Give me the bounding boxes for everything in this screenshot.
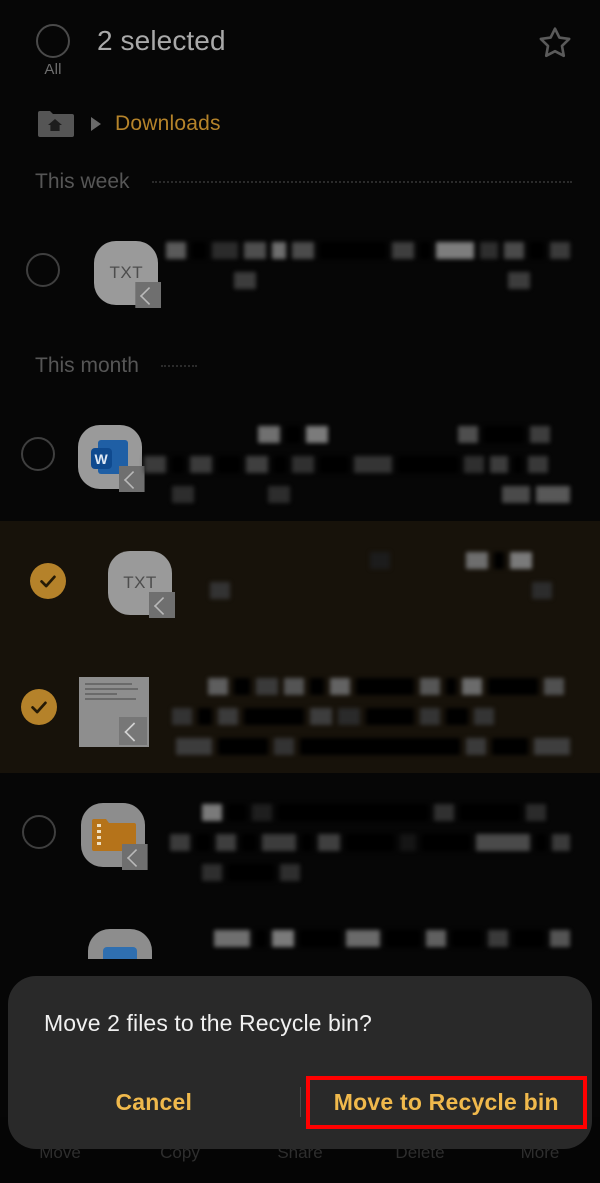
star-icon[interactable] <box>534 22 576 64</box>
row-file-icon: W <box>75 423 145 492</box>
table-row[interactable]: TXT <box>0 521 600 647</box>
row-file-icon <box>77 801 148 870</box>
row-checkbox[interactable] <box>0 239 87 287</box>
section-label: This week <box>35 170 130 193</box>
file-corner-fold-icon <box>119 717 148 745</box>
section-header-this-week: This week <box>0 153 600 211</box>
breadcrumb-current[interactable]: Downloads <box>115 112 221 136</box>
word-file-icon: W <box>77 425 145 492</box>
txt-file-icon-label: TXT <box>123 573 157 592</box>
checkbox-checked-icon[interactable] <box>21 689 58 725</box>
dialog-actions: Cancel Move to Recycle bin <box>8 1071 592 1133</box>
row-checkbox[interactable] <box>0 675 78 725</box>
highlight-annotation: Move to Recycle bin <box>305 1075 587 1129</box>
checkbox-unchecked-icon[interactable] <box>21 815 56 849</box>
file-corner-fold-icon <box>121 844 148 870</box>
section-header-this-month: This month <box>0 337 600 395</box>
txt-file-icon: TXT <box>94 241 162 308</box>
select-all-label: All <box>44 61 62 78</box>
page-title: 2 selected <box>97 25 226 56</box>
row-file-icon <box>82 927 158 959</box>
file-icon <box>88 929 153 959</box>
row-checkbox[interactable] <box>0 927 82 959</box>
row-checkbox[interactable] <box>0 801 77 849</box>
file-manager-screen: All 2 selected Downloads This week TXT T… <box>0 0 600 1183</box>
table-row[interactable] <box>0 899 600 959</box>
checkbox-checked-icon[interactable] <box>30 563 66 599</box>
document-thumbnail-icon <box>79 677 150 747</box>
row-checkbox[interactable] <box>0 549 96 599</box>
section-divider <box>151 181 572 183</box>
checkbox-unchecked-icon[interactable] <box>26 253 61 287</box>
move-to-recycle-bin-button[interactable]: Move to Recycle bin <box>334 1089 559 1115</box>
file-corner-fold-icon <box>118 466 145 492</box>
select-all-checkbox[interactable]: All <box>33 24 73 78</box>
row-filename-redacted <box>148 801 600 891</box>
checkbox-unchecked-icon[interactable] <box>20 437 55 471</box>
txt-file-icon-label: TXT <box>109 263 144 282</box>
row-filename-redacted <box>184 549 600 609</box>
breadcrumb: Downloads <box>0 95 600 153</box>
confirm-dialog: Move 2 files to the Recycle bin? Cancel … <box>8 976 592 1149</box>
selection-header: All 2 selected <box>0 0 600 95</box>
txt-file-icon: TXT <box>108 551 175 618</box>
table-row[interactable]: W <box>0 395 600 521</box>
row-filename-redacted <box>158 927 600 957</box>
file-corner-fold-icon <box>149 592 175 618</box>
select-all-circle-icon[interactable] <box>36 24 70 58</box>
row-file-icon: TXT <box>87 239 166 308</box>
table-row[interactable] <box>0 773 600 899</box>
section-divider <box>160 365 197 367</box>
word-file-icon-label: W <box>90 448 112 469</box>
dialog-message: Move 2 files to the Recycle bin? <box>44 1010 372 1036</box>
section-label: This month <box>35 354 139 377</box>
cancel-button[interactable]: Cancel <box>8 1089 300 1116</box>
triangle-right-icon <box>91 117 101 131</box>
row-filename-redacted <box>166 239 600 299</box>
file-corner-fold-icon <box>135 282 162 308</box>
row-filename-redacted <box>150 675 600 765</box>
table-row[interactable] <box>0 647 600 773</box>
row-file-icon: TXT <box>96 549 184 618</box>
row-checkbox[interactable] <box>0 423 75 471</box>
row-filename-redacted <box>144 423 600 513</box>
table-row[interactable]: TXT <box>0 211 600 337</box>
zip-archive-icon <box>80 803 148 870</box>
home-folder-icon[interactable] <box>36 109 74 139</box>
row-file-icon <box>78 675 150 747</box>
